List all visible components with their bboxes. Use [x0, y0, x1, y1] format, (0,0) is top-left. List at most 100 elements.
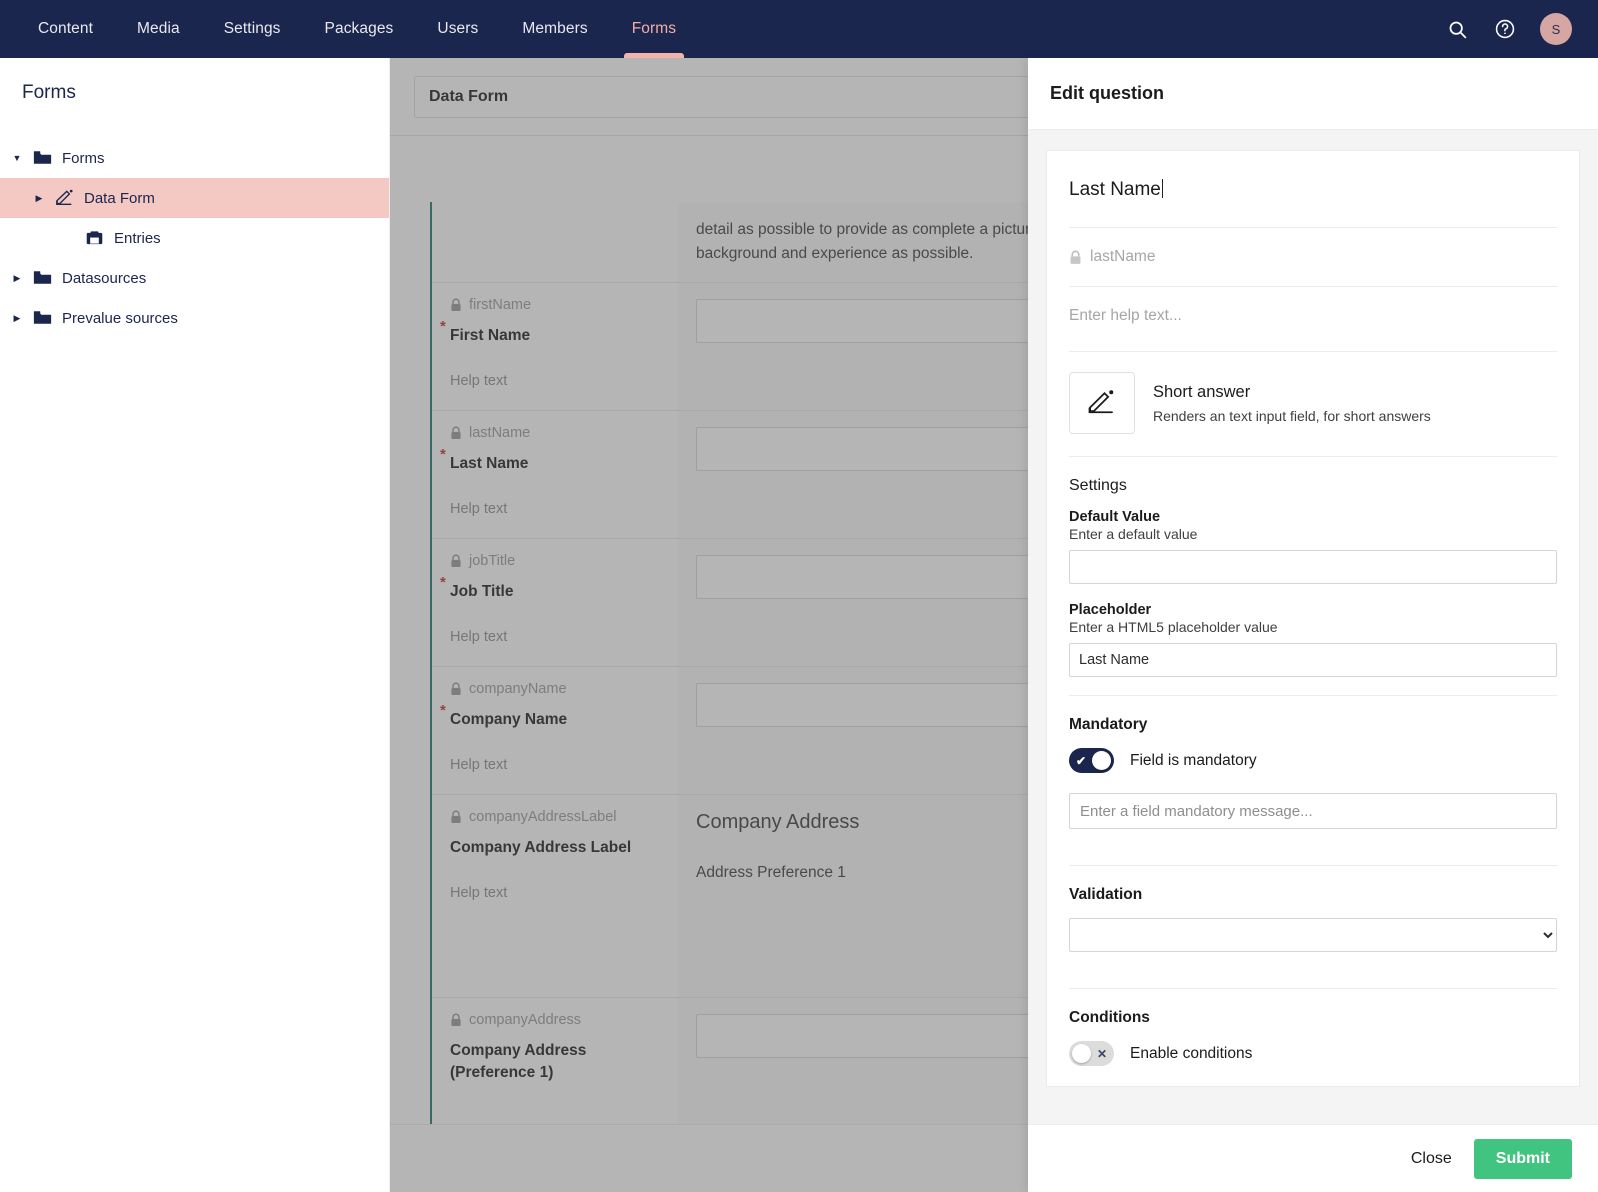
- field-label: * First Name: [440, 318, 662, 347]
- help-icon[interactable]: [1492, 16, 1518, 42]
- field-type-name: Short answer: [1153, 382, 1251, 401]
- nav-item-media[interactable]: Media: [115, 0, 202, 58]
- tree-item-entries[interactable]: ▶ Entries: [0, 218, 389, 258]
- required-asterisk-icon: *: [440, 702, 446, 720]
- field-label-text: Job Title: [450, 583, 514, 601]
- field-help-text: Help text: [450, 501, 508, 518]
- field-help-text: Help text: [450, 629, 508, 646]
- conditions-section-title: Conditions: [1069, 1009, 1150, 1026]
- tree-item-label: Forms: [62, 149, 105, 167]
- question-card: Last Name lastName Enter help text... Sh…: [1046, 150, 1580, 1087]
- conditions-toggle-row: ✕ Enable conditions: [1069, 1041, 1557, 1086]
- text-cursor: [1161, 179, 1163, 198]
- tree-item-label: Prevalue sources: [62, 309, 178, 327]
- field-label-text: Last Name: [450, 455, 529, 473]
- field-meta: firstName * First Name Help text: [432, 283, 678, 410]
- lock-icon: [451, 298, 461, 312]
- nav-label: Content: [38, 20, 93, 37]
- nav-label: Packages: [324, 20, 394, 37]
- nav-item-members[interactable]: Members: [500, 0, 609, 58]
- submit-button[interactable]: Submit: [1473, 1138, 1572, 1179]
- field-alias: lastName: [450, 425, 662, 441]
- required-asterisk-icon: *: [440, 318, 446, 336]
- close-button[interactable]: Close: [1411, 1150, 1452, 1168]
- field-label-text: Company Name: [450, 711, 568, 729]
- chevron-down-icon[interactable]: ▼: [6, 153, 28, 163]
- question-help-field[interactable]: Enter help text...: [1069, 287, 1557, 352]
- required-asterisk-icon: *: [440, 574, 446, 592]
- nav-item-settings[interactable]: Settings: [202, 0, 303, 58]
- form-name-value: Data Form: [429, 88, 509, 105]
- nav-item-forms[interactable]: Forms: [610, 0, 698, 58]
- field-meta: jobTitle * Job Title Help text: [432, 539, 678, 666]
- folder-icon: [28, 150, 56, 166]
- field-alias-text: lastName: [469, 425, 531, 442]
- chevron-right-icon[interactable]: ▶: [28, 193, 50, 204]
- lock-icon: [1070, 250, 1081, 264]
- search-icon[interactable]: [1444, 16, 1470, 42]
- umbraco-backoffice: Content Media Settings Packages Users Me…: [0, 0, 1598, 1192]
- top-navigation-bar: Content Media Settings Packages Users Me…: [0, 0, 1598, 58]
- tree-item-prevalue-sources[interactable]: ▶ Prevalue sources: [0, 298, 389, 338]
- question-help-placeholder: Enter help text...: [1069, 307, 1182, 324]
- validation-section-title: Validation: [1069, 886, 1143, 903]
- question-caption-field[interactable]: Last Name: [1069, 151, 1557, 228]
- field-label: Company Address Label: [450, 837, 662, 859]
- mandatory-toggle-row: ✔ Field is mandatory: [1069, 748, 1557, 793]
- tree-item-forms[interactable]: ▼ Forms: [0, 138, 389, 178]
- field-meta: companyName * Company Name Help text: [432, 667, 678, 794]
- avatar-initial: S: [1551, 21, 1561, 37]
- question-alias-field: lastName: [1069, 228, 1557, 287]
- panel-body: Last Name lastName Enter help text... Sh…: [1028, 130, 1598, 1124]
- tree-item-datasources[interactable]: ▶ Datasources: [0, 258, 389, 298]
- validation-field: [1069, 918, 1557, 974]
- tree-item-label: Data Form: [84, 189, 155, 207]
- mandatory-toggle-label: Field is mandatory: [1130, 751, 1257, 769]
- placeholder-input[interactable]: [1069, 643, 1557, 677]
- intro-left: [432, 202, 678, 282]
- nav-label: Media: [137, 20, 180, 37]
- toggle-knob: [1072, 1044, 1091, 1063]
- field-alias: firstName: [450, 297, 662, 313]
- nav-label: Forms: [631, 20, 677, 37]
- field-help-text: Help text: [450, 885, 508, 902]
- mandatory-toggle[interactable]: ✔: [1069, 748, 1114, 773]
- lock-icon: [451, 554, 461, 568]
- avatar[interactable]: S: [1540, 13, 1572, 45]
- chevron-right-icon[interactable]: ▶: [6, 313, 28, 324]
- nav-item-content[interactable]: Content: [16, 0, 115, 58]
- setting-label: Default Value: [1069, 509, 1161, 525]
- setting-placeholder: Placeholder Enter a HTML5 placeholder va…: [1069, 602, 1557, 677]
- section-nav: Content Media Settings Packages Users Me…: [0, 0, 698, 58]
- mandatory-section-title: Mandatory: [1069, 716, 1148, 733]
- validation-select[interactable]: [1069, 918, 1557, 952]
- conditions-toggle[interactable]: ✕: [1069, 1041, 1114, 1066]
- entries-icon: [80, 230, 108, 247]
- field-label: * Job Title: [440, 574, 662, 603]
- field-help-text: Help text: [450, 373, 508, 390]
- field-label: * Company Name: [440, 702, 662, 731]
- field-meta: companyAddress Company Address (Preferen…: [432, 998, 678, 1125]
- field-type-info: Short answer Renders an text input field…: [1153, 383, 1431, 424]
- toggle-knob: [1092, 751, 1111, 770]
- field-meta: lastName * Last Name Help text: [432, 411, 678, 538]
- field-type-card[interactable]: Short answer Renders an text input field…: [1069, 352, 1557, 457]
- field-label-text: Company Address Label: [450, 839, 632, 857]
- tree-item-data-form[interactable]: ▶ Data Form: [0, 178, 389, 218]
- mandatory-message-input[interactable]: [1069, 793, 1557, 829]
- tree-list: ▼ Forms ▶ Data Form ▶: [0, 138, 389, 338]
- question-caption-value: Last Name: [1069, 179, 1161, 200]
- folder-icon: [28, 310, 56, 326]
- field-alias: companyAddressLabel: [450, 809, 662, 825]
- default-value-input[interactable]: [1069, 550, 1557, 584]
- field-alias: companyName: [450, 681, 662, 697]
- setting-default-value: Default Value Enter a default value: [1069, 509, 1557, 584]
- nav-item-users[interactable]: Users: [415, 0, 500, 58]
- nav-item-packages[interactable]: Packages: [303, 0, 416, 58]
- nav-label: Users: [437, 20, 479, 37]
- nav-label: Settings: [223, 20, 281, 37]
- chevron-right-icon[interactable]: ▶: [6, 273, 28, 284]
- field-alias: companyAddress: [450, 1012, 662, 1028]
- field-label-text: Company Address (Preference 1): [450, 1042, 587, 1082]
- check-icon: ✔: [1076, 753, 1087, 768]
